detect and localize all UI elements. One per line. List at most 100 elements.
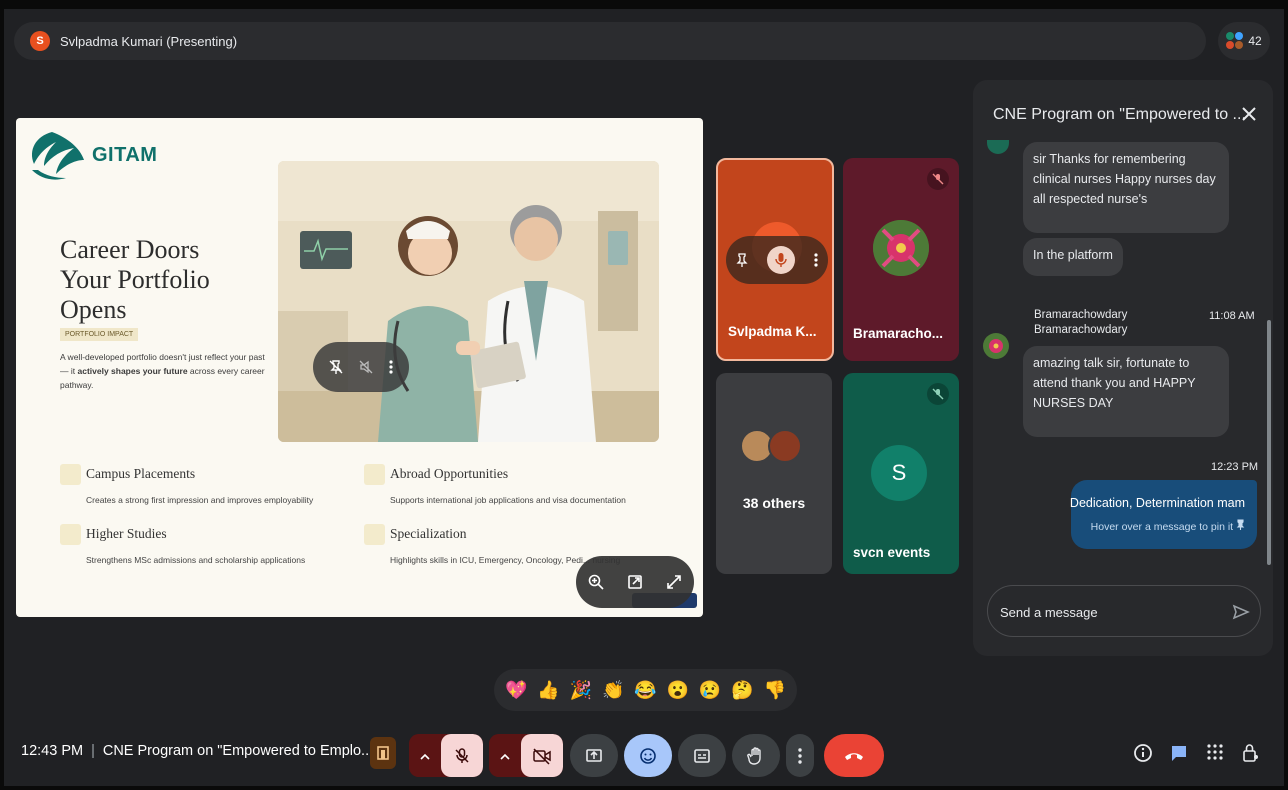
presenter-bar: S Svlpadma Kumari (Presenting): [14, 22, 1206, 60]
feature-title: Specialization: [390, 526, 467, 541]
feature-title: Campus Placements: [86, 466, 196, 481]
send-message-input[interactable]: [1000, 600, 1220, 624]
host-controls-button[interactable]: [1233, 743, 1269, 767]
feature-desc: Supports international job applications …: [390, 495, 626, 505]
mic-off-icon: [932, 388, 944, 400]
meeting-badge: [370, 737, 396, 769]
feature-bullet: [60, 464, 81, 485]
chat-message: amazing talk sir, fortunate to attend th…: [1023, 346, 1229, 437]
presenter-avatar: S: [30, 31, 50, 51]
send-icon[interactable]: [1232, 603, 1250, 621]
muted-badge: [927, 383, 949, 405]
logo-text: GITAM: [92, 143, 158, 166]
info-icon: [1134, 744, 1152, 762]
surprised-reaction[interactable]: 😮: [667, 681, 689, 699]
nurse-doctor-illustration: [278, 161, 659, 442]
tile-name: Bramaracho...: [853, 326, 944, 341]
participant-tile-svlpadma[interactable]: Svlpadma K...: [716, 158, 834, 361]
camera-off-icon: [533, 747, 551, 765]
camera-control: [489, 734, 563, 777]
emoji-icon: [640, 747, 656, 764]
presentation-slide: GITAM PORTFOLIO IMPACT Career Doors Your…: [16, 118, 703, 617]
presenter-label: Svlpadma Kumari (Presenting): [60, 33, 238, 49]
chat-scrollbar[interactable]: [1267, 320, 1271, 565]
crying-reaction[interactable]: 😢: [699, 681, 721, 699]
current-time: 12:43 PM: [21, 743, 84, 759]
thumbs-down-reaction[interactable]: 👎: [764, 681, 786, 699]
sender-name: Bramarachowdary Bramarachowdary: [1034, 309, 1128, 336]
chat-message: sir Thanks for remembering clinical nurs…: [1023, 142, 1229, 233]
side-panel-controls: [1125, 743, 1269, 767]
hang-up-icon: [845, 752, 863, 760]
zoom-in-icon[interactable]: [587, 573, 605, 591]
camera-toggle-button[interactable]: [521, 734, 563, 777]
reactions-button[interactable]: [624, 734, 672, 777]
mute-participant-button[interactable]: [767, 246, 795, 274]
chat-message: In the platform: [1023, 238, 1123, 276]
apps-grid-icon: [1207, 744, 1223, 760]
zoom-controls: [576, 556, 694, 608]
tile-name: Svlpadma K...: [728, 324, 817, 339]
tile-name: svcn events: [853, 545, 931, 560]
meeting-title: CNE Program on "Empowered to Emplo...: [102, 743, 374, 759]
chat-panel: CNE Program on "Empowered to ... sir Tha…: [973, 80, 1273, 656]
raise-hand-button[interactable]: [732, 734, 780, 777]
chat-button[interactable]: [1161, 743, 1197, 767]
participant-tile-others[interactable]: 38 others: [716, 373, 832, 574]
clapping-reaction[interactable]: 👏: [602, 681, 624, 699]
pin-icon[interactable]: [1236, 519, 1245, 530]
more-options-icon[interactable]: [813, 252, 819, 268]
others-count: 38 others: [742, 495, 806, 511]
thumbs-up-reaction[interactable]: 👍: [537, 681, 559, 699]
pop-out-icon[interactable]: [626, 573, 644, 591]
thinking-reaction[interactable]: 🤔: [731, 681, 753, 699]
party-popper-reaction[interactable]: 🎉: [570, 681, 592, 699]
gitam-logo: GITAM: [22, 126, 157, 184]
gitam-swirl-icon: [32, 132, 84, 180]
microphone-control: [409, 734, 483, 777]
door-icon: [377, 746, 389, 760]
meeting-details-button[interactable]: [1125, 743, 1161, 767]
feature-bullet: [364, 464, 385, 485]
pin-icon[interactable]: [735, 252, 749, 268]
microphone-toggle-button[interactable]: [441, 734, 483, 777]
message-time: 12:23 PM: [1211, 461, 1259, 473]
more-options-button[interactable]: [786, 734, 814, 777]
message-input-box: [987, 585, 1261, 637]
present-screen-button[interactable]: [570, 734, 618, 777]
mic-off-icon: [455, 747, 469, 763]
hand-icon: [747, 746, 761, 765]
sparkling-heart-reaction[interactable]: 💖: [505, 681, 527, 699]
unpin-icon[interactable]: [328, 359, 344, 375]
audio-options-button[interactable]: [409, 734, 441, 777]
muted-badge: [927, 168, 949, 190]
leave-call-button[interactable]: [824, 734, 884, 777]
pin-hint: Hover over a message to pin it: [1091, 519, 1245, 533]
feature-bullet: [60, 524, 81, 545]
message-time: 11:08 AM: [1209, 310, 1255, 322]
sender-avatar: [987, 140, 1009, 154]
mic-off-icon: [932, 173, 944, 185]
slide-heading: Career Doors Your Portfolio Opens: [60, 235, 270, 325]
participant-tile-bramarachowdary[interactable]: Bramaracho...: [843, 158, 959, 361]
presentation-hover-controls: [313, 342, 409, 392]
slide-description: A well-developed portfolio doesn't just …: [60, 352, 265, 390]
heading-line: Career Doors: [60, 235, 200, 264]
own-chat-message[interactable]: Dedication, Determination mam Hover over…: [1069, 480, 1257, 549]
laughing-reaction[interactable]: 😂: [634, 681, 656, 699]
activities-button[interactable]: [1197, 743, 1233, 767]
participant-tile-svcn-events[interactable]: S svcn events: [843, 373, 959, 574]
heading-line: Opens: [60, 295, 127, 324]
feature-bullet: [364, 524, 385, 545]
close-icon[interactable]: [1239, 104, 1259, 124]
slide-tag: PORTFOLIO IMPACT: [60, 328, 139, 341]
feature-title: Abroad Opportunities: [390, 466, 509, 481]
captions-button[interactable]: [678, 734, 726, 777]
fullscreen-icon[interactable]: [665, 573, 683, 591]
participant-count: 42: [1248, 34, 1262, 48]
own-message-text: Dedication, Determination mam: [1069, 496, 1245, 510]
mute-presentation-icon[interactable]: [358, 359, 374, 375]
people-button[interactable]: 42: [1218, 22, 1270, 60]
video-options-button[interactable]: [489, 734, 521, 777]
more-options-icon[interactable]: [388, 359, 394, 375]
